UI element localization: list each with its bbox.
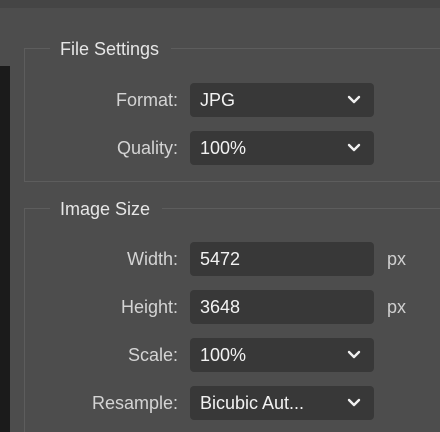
- chevron-down-icon: [347, 95, 361, 104]
- resample-label: Resample:: [91, 393, 178, 413]
- image-size-title: Image Size: [50, 198, 163, 220]
- quality-dropdown[interactable]: 100%: [190, 131, 374, 165]
- height-input[interactable]: [190, 290, 374, 324]
- panel-top-shade: [0, 0, 440, 8]
- export-settings-panel: File Settings Format: JPG Quality: 100% …: [0, 0, 440, 432]
- scale-value: 100%: [200, 345, 247, 365]
- format-label: Format:: [115, 90, 178, 110]
- width-unit: px: [387, 249, 407, 269]
- chevron-down-icon: [347, 350, 361, 359]
- format-dropdown[interactable]: JPG: [190, 83, 374, 117]
- resample-value: Bicubic Aut...: [200, 393, 305, 413]
- chevron-down-icon: [347, 143, 361, 152]
- width-label: Width:: [126, 249, 178, 269]
- height-label: Height:: [120, 297, 178, 317]
- chevron-down-icon: [347, 398, 361, 407]
- width-input[interactable]: [190, 242, 374, 276]
- scale-label: Scale:: [127, 345, 178, 365]
- resample-dropdown[interactable]: Bicubic Aut...: [190, 386, 374, 420]
- file-settings-title: File Settings: [50, 38, 172, 60]
- quality-label: Quality:: [116, 138, 178, 158]
- height-unit: px: [387, 297, 407, 317]
- quality-value: 100%: [200, 138, 247, 158]
- format-value: JPG: [200, 90, 236, 110]
- scale-dropdown[interactable]: 100%: [190, 338, 374, 372]
